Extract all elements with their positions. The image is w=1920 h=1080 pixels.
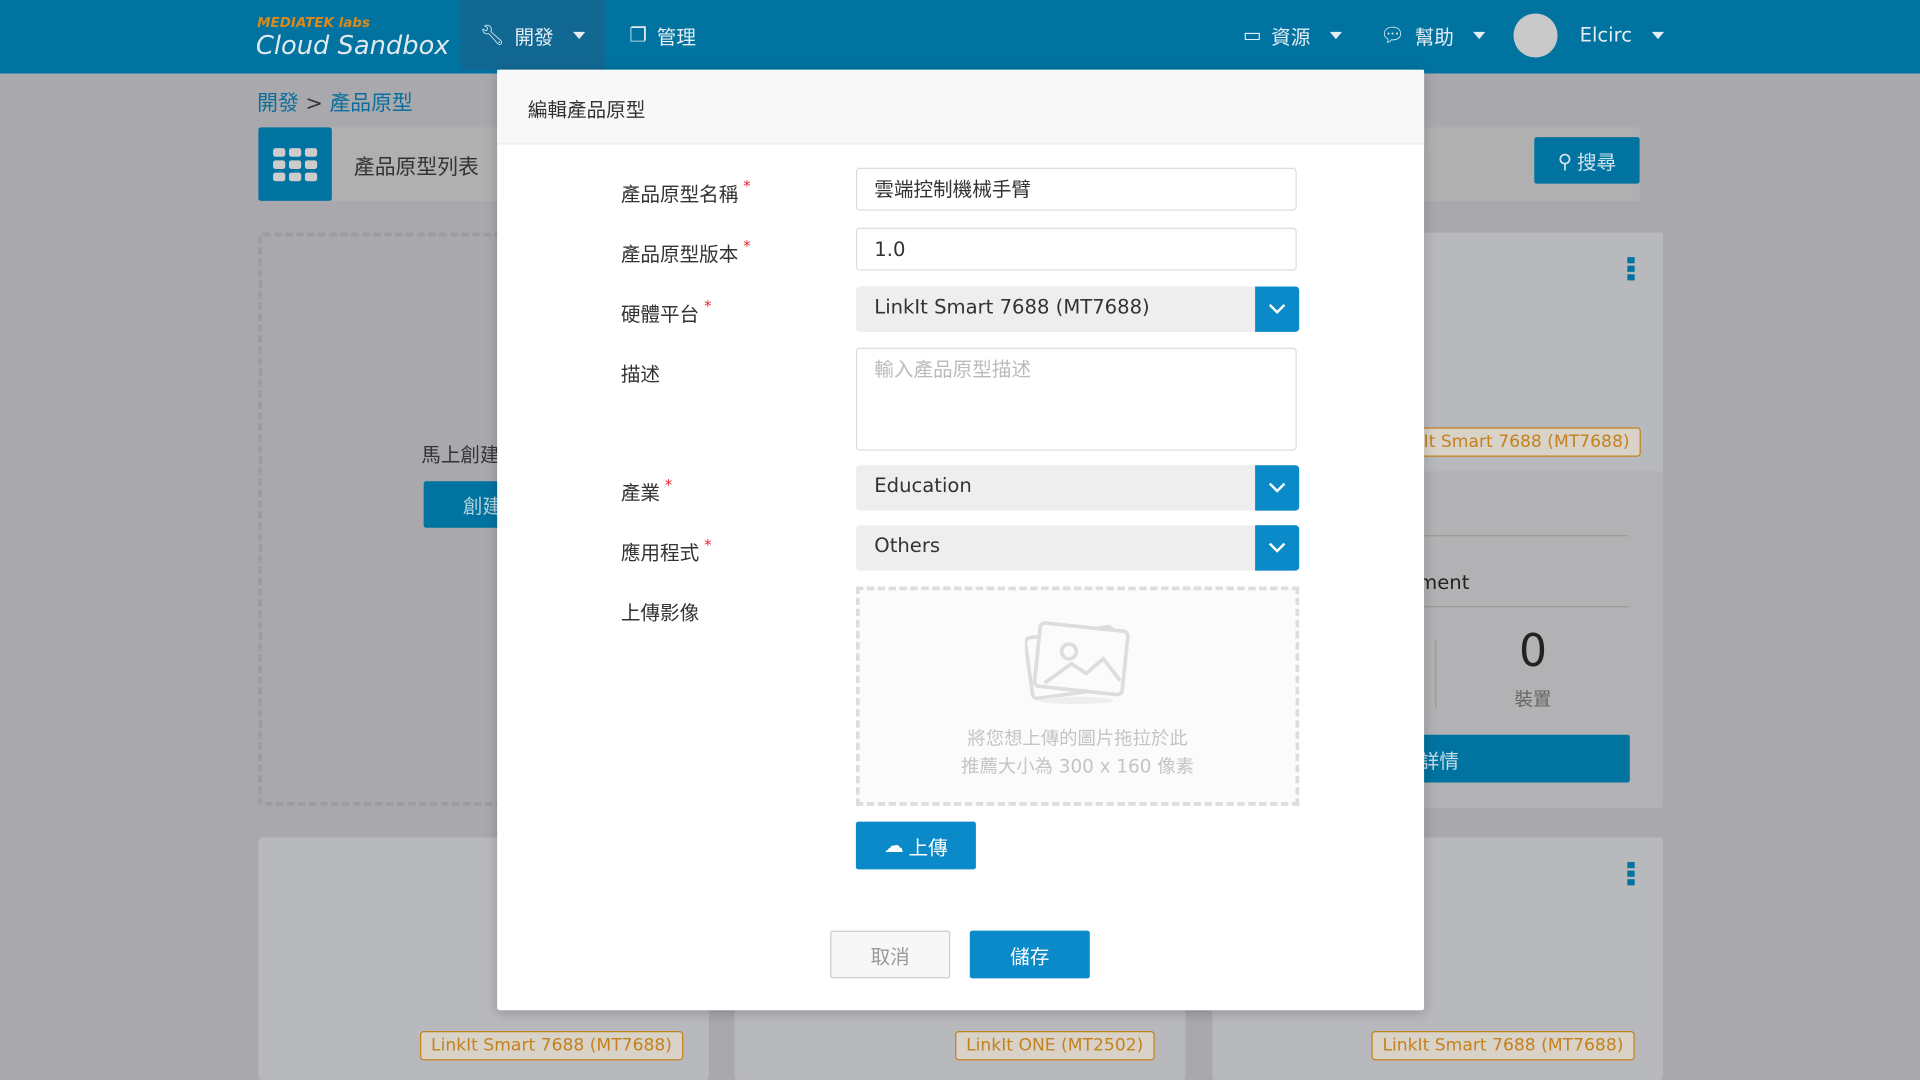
cloud-upload-icon: ☁ — [884, 833, 904, 858]
image-label: 上傳影像 — [620, 601, 700, 625]
nav-manage[interactable]: ❐ 管理 — [629, 0, 696, 70]
edit-prototype-dialog: 編輯產品原型 產品原型名稱 * 雲端控制機械手臂 產品原型版本 * 1.0 硬體平台… — [497, 69, 1425, 1011]
grid-icon — [258, 127, 332, 201]
caret-down-icon — [1473, 31, 1486, 39]
chevron-down-icon[interactable] — [1255, 465, 1300, 511]
caret-down-icon — [573, 31, 586, 39]
industry-select[interactable]: Education — [855, 465, 1300, 511]
dialog-header: 編輯產品原型 — [497, 69, 1425, 145]
nav-help[interactable]: 💬︎ 幫助 — [1380, 0, 1486, 70]
name-input[interactable]: 雲端控制機械手臂 — [855, 167, 1297, 211]
nav-develop-label: 開發 — [514, 25, 554, 49]
search-label: 搜尋 — [1576, 150, 1617, 174]
name-label: 產品原型名稱 * — [620, 177, 751, 206]
divider — [1435, 640, 1437, 708]
cancel-button[interactable]: 取消 — [830, 930, 951, 979]
platform-value: LinkIt Smart 7688 (MT7688) — [874, 295, 1150, 319]
wrench-icon: 🔧︎ — [479, 23, 505, 47]
industry-label: 產業 * — [620, 476, 673, 505]
list-title: 產品原型列表 — [353, 155, 479, 181]
chevron-down-icon[interactable] — [1255, 525, 1300, 571]
create-prompt: 馬上創建 — [421, 443, 500, 467]
nav-manage-label: 管理 — [656, 25, 696, 49]
application-value: Others — [874, 533, 941, 558]
nav-resources[interactable]: ▭ 資源 — [1242, 0, 1343, 70]
copy-icon: ❐ — [629, 23, 647, 47]
breadcrumb-separator: > — [305, 91, 323, 117]
user-name: Elcirc — [1579, 23, 1633, 47]
search-icon: ⚲ — [1557, 148, 1573, 173]
nav-resources-label: 資源 — [1271, 25, 1311, 49]
breadcrumb: 開發 > 產品原型 — [257, 86, 413, 117]
industry-value: Education — [874, 473, 972, 498]
search-button[interactable]: ⚲ 搜尋 — [1534, 137, 1640, 184]
breadcrumb-current[interactable]: 產品原型 — [329, 92, 412, 116]
image-placeholder-icon — [1024, 621, 1130, 705]
device-label: 裝置 — [1514, 688, 1552, 711]
dialog-title: 編輯產品原型 — [527, 97, 646, 122]
chevron-down-icon[interactable] — [1255, 286, 1300, 332]
application-select[interactable]: Others — [855, 525, 1300, 571]
description-label: 描述 — [620, 362, 661, 386]
caret-down-icon — [1329, 31, 1343, 39]
description-textarea[interactable]: 輸入產品原型描述 — [855, 347, 1297, 451]
more-menu-icon[interactable] — [1627, 257, 1635, 281]
platform-select[interactable]: LinkIt Smart 7688 (MT7688) — [855, 286, 1300, 332]
avatar — [1513, 12, 1558, 57]
logo-product[interactable]: Cloud Sandbox — [256, 31, 450, 60]
more-menu-icon[interactable] — [1627, 862, 1635, 886]
inbox-icon: ▭ — [1242, 23, 1262, 47]
drop-hint: 將您想上傳的圖片拖拉於此 — [967, 727, 1188, 750]
platform-chip: LinkIt Smart 7688 (MT7688) — [1371, 1031, 1635, 1061]
nav-help-label: 幫助 — [1414, 25, 1454, 49]
caret-down-icon — [1651, 31, 1664, 39]
upload-label: 上傳 — [908, 835, 948, 859]
application-label: 應用程式 * — [620, 536, 712, 565]
platform-chip: LinkIt Smart 7688 (MT7688) — [420, 1031, 684, 1061]
version-label: 產品原型版本 * — [620, 237, 751, 266]
top-nav: MEDIATEK labs Cloud Sandbox 🔧︎ 開發 ❐ 管理 ▭ 資源… — [0, 0, 1920, 74]
save-button[interactable]: 儲存 — [969, 930, 1090, 979]
logo-brand: MEDIATEK labs — [257, 14, 370, 31]
platform-label: 硬體平台 * — [620, 297, 712, 326]
user-menu[interactable]: Elcirc — [1513, 0, 1664, 70]
breadcrumb-parent[interactable]: 開發 — [257, 92, 299, 116]
platform-chip: LinkIt ONE (MT2502) — [955, 1031, 1155, 1061]
device-count: 0 — [1519, 626, 1548, 678]
nav-develop[interactable]: 🔧︎ 開發 — [460, 0, 605, 70]
version-input[interactable]: 1.0 — [855, 227, 1297, 271]
comments-icon: 💬︎ — [1380, 23, 1405, 47]
image-dropzone[interactable]: 將您想上傳的圖片拖拉於此 推薦大小為 300 x 160 像素 — [855, 586, 1300, 806]
upload-button[interactable]: ☁ 上傳 — [855, 821, 976, 870]
size-hint: 推薦大小為 300 x 160 像素 — [961, 755, 1195, 778]
